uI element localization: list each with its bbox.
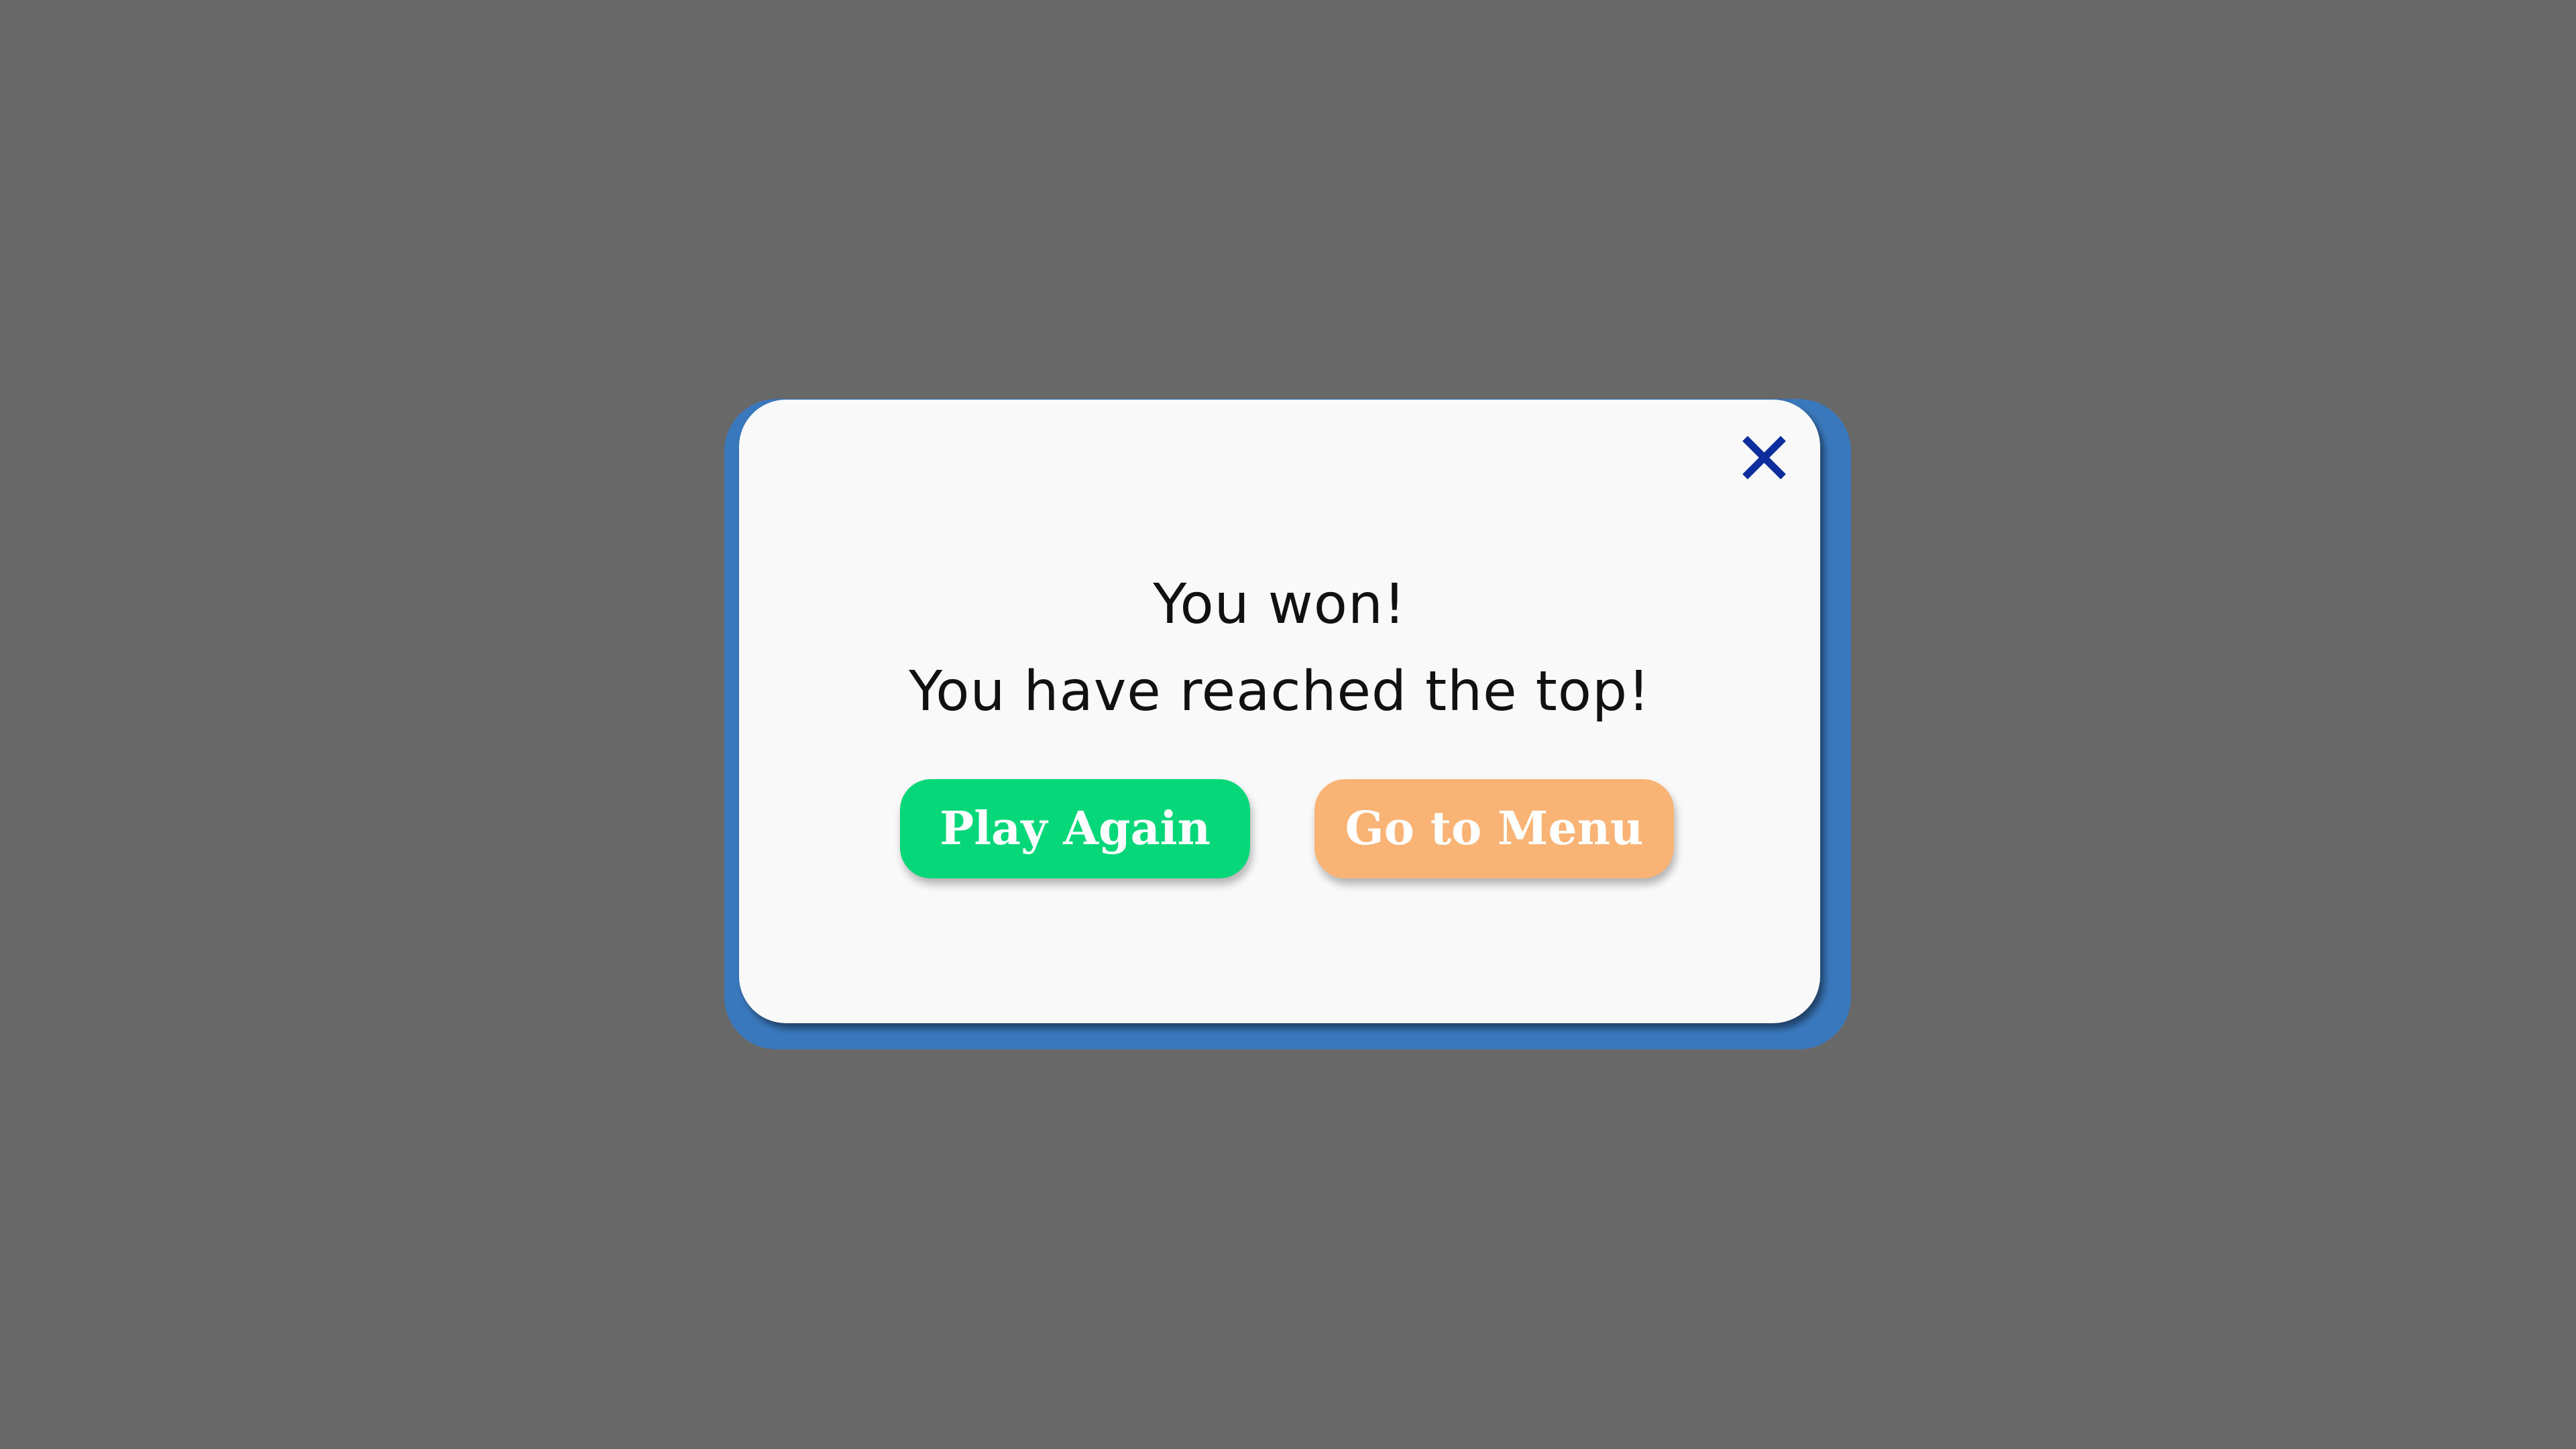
- close-icon: [1742, 436, 1786, 479]
- win-title: You won!: [1153, 573, 1406, 636]
- play-again-label: Play Again: [940, 802, 1211, 856]
- go-to-menu-label: Go to Menu: [1345, 802, 1644, 856]
- win-subtitle: You have reached the top!: [909, 660, 1650, 723]
- go-to-menu-button[interactable]: Go to Menu: [1314, 779, 1674, 878]
- close-button[interactable]: [1736, 429, 1793, 486]
- play-again-button[interactable]: Play Again: [900, 779, 1250, 878]
